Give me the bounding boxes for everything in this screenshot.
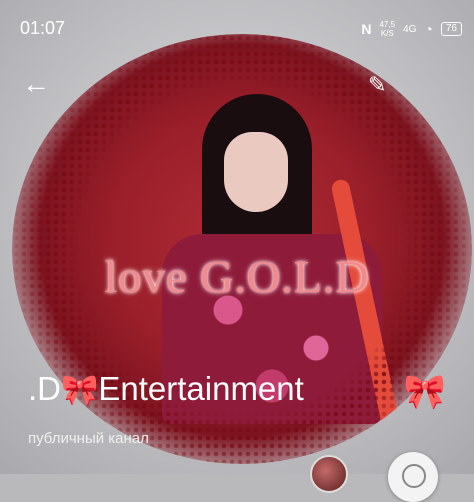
wifi-icon: ◔ bbox=[424, 21, 433, 37]
status-icons: N 47,5 K/S 4G ◔ 76 bbox=[361, 20, 462, 38]
battery-indicator: 76 bbox=[440, 22, 462, 36]
cover-overlay-text: love G.O.L.D bbox=[104, 251, 370, 302]
channel-name: .D🎀Entertainment bbox=[28, 370, 304, 407]
bow-emoji: 🎀 bbox=[61, 374, 99, 407]
edit-button[interactable]: ✎ bbox=[368, 72, 392, 97]
status-time: 01:07 bbox=[20, 18, 66, 38]
status-bar: 01:07 N 47,5 K/S 4G ◔ 76 bbox=[0, 0, 474, 56]
nfc-icon: N bbox=[361, 21, 372, 37]
channel-type: публичный канал bbox=[28, 430, 149, 447]
pencil-icon: ✎ bbox=[368, 72, 387, 97]
bow-emoji-right: 🎀 bbox=[403, 373, 446, 411]
network-type: 4G bbox=[403, 23, 417, 35]
chat-icon bbox=[402, 464, 426, 488]
back-button[interactable]: ← bbox=[22, 70, 52, 100]
net-speed: 47,5 K/S bbox=[379, 20, 396, 38]
action-button[interactable] bbox=[388, 452, 438, 502]
avatar[interactable] bbox=[310, 455, 348, 493]
arrow-left-icon: ← bbox=[22, 68, 50, 99]
